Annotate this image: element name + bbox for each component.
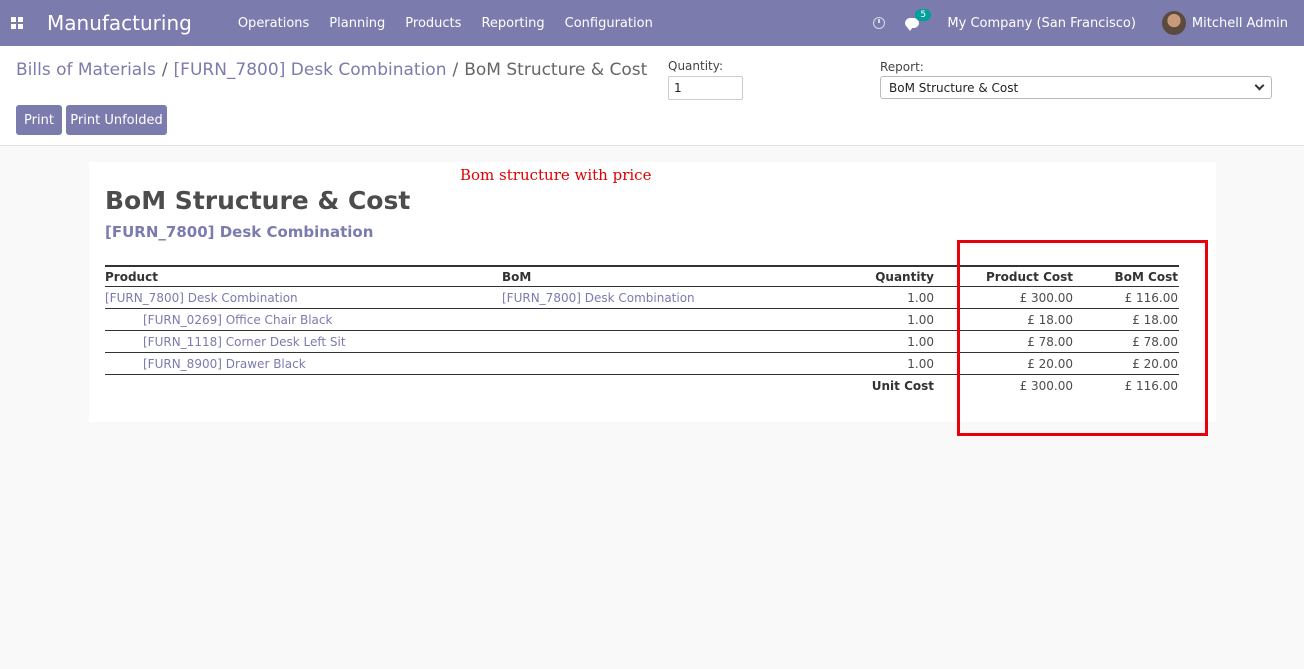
total-label: Unit Cost bbox=[871, 379, 934, 393]
main-menu: Operations Planning Products Reporting C… bbox=[238, 16, 673, 31]
breadcrumb-separator: / bbox=[161, 60, 168, 80]
report-select[interactable]: BoM Structure & Cost bbox=[880, 76, 1272, 99]
apps-menu-icon[interactable] bbox=[0, 0, 33, 46]
avatar bbox=[1161, 11, 1186, 35]
print-button[interactable]: Print bbox=[16, 105, 62, 135]
breadcrumb-separator: / bbox=[452, 60, 459, 80]
quantity-label: Quantity: bbox=[668, 59, 724, 73]
messaging-menu[interactable]: 5 bbox=[905, 9, 932, 31]
row-bom-link[interactable]: [FURN_7800] Desk Combination bbox=[502, 291, 695, 305]
highlight-box bbox=[957, 240, 1208, 436]
breadcrumb-bills-of-materials[interactable]: Bills of Materials bbox=[16, 60, 156, 80]
breadcrumb-current: BoM Structure & Cost bbox=[464, 60, 648, 80]
breadcrumb-desk-combination[interactable]: [FURN_7800] Desk Combination bbox=[174, 60, 447, 80]
annotation-text: Bom structure with price bbox=[460, 166, 652, 184]
chevron-down-icon bbox=[1254, 80, 1265, 91]
row-quantity: 1.00 bbox=[907, 312, 934, 327]
row-product-link[interactable]: [FURN_1118] Corner Desk Left Sit bbox=[143, 335, 346, 349]
user-name: Mitchell Admin bbox=[1191, 15, 1288, 31]
print-unfolded-button[interactable]: Print Unfolded bbox=[66, 105, 167, 135]
menu-products[interactable]: Products bbox=[405, 16, 461, 31]
menu-planning[interactable]: Planning bbox=[329, 16, 385, 31]
report-label: Report: bbox=[880, 60, 924, 74]
col-product: Product bbox=[105, 269, 158, 284]
report-subtitle: [FURN_7800] Desk Combination bbox=[105, 223, 374, 241]
col-quantity: Quantity bbox=[875, 269, 934, 284]
company-switcher[interactable]: My Company (San Francisco) bbox=[947, 16, 1135, 31]
app-title[interactable]: Manufacturing bbox=[47, 11, 192, 35]
report-select-value: BoM Structure & Cost bbox=[889, 80, 1019, 95]
navbar-systray: 5 My Company (San Francisco) Mitchell Ad… bbox=[873, 9, 1304, 35]
user-menu[interactable]: Mitchell Admin bbox=[1161, 11, 1288, 35]
top-navbar: Manufacturing Operations Planning Produc… bbox=[0, 0, 1304, 46]
quantity-input[interactable] bbox=[668, 76, 743, 100]
menu-reporting[interactable]: Reporting bbox=[481, 16, 544, 31]
row-product-link[interactable]: [FURN_0269] Office Chair Black bbox=[143, 313, 332, 327]
row-quantity: 1.00 bbox=[907, 356, 934, 371]
menu-configuration[interactable]: Configuration bbox=[565, 16, 653, 31]
row-quantity: 1.00 bbox=[907, 290, 934, 305]
message-count-badge: 5 bbox=[915, 9, 932, 21]
report-title: BoM Structure & Cost bbox=[105, 186, 411, 215]
control-panel: Bills of Materials / [FURN_7800] Desk Co… bbox=[0, 46, 1304, 146]
menu-operations[interactable]: Operations bbox=[238, 16, 309, 31]
row-product-link[interactable]: [FURN_8900] Drawer Black bbox=[143, 357, 306, 371]
row-product-link[interactable]: [FURN_7800] Desk Combination bbox=[105, 291, 298, 305]
breadcrumb: Bills of Materials / [FURN_7800] Desk Co… bbox=[16, 60, 647, 80]
activity-clock-icon[interactable] bbox=[873, 17, 886, 29]
col-bom: BoM bbox=[502, 269, 532, 284]
row-quantity: 1.00 bbox=[907, 334, 934, 349]
